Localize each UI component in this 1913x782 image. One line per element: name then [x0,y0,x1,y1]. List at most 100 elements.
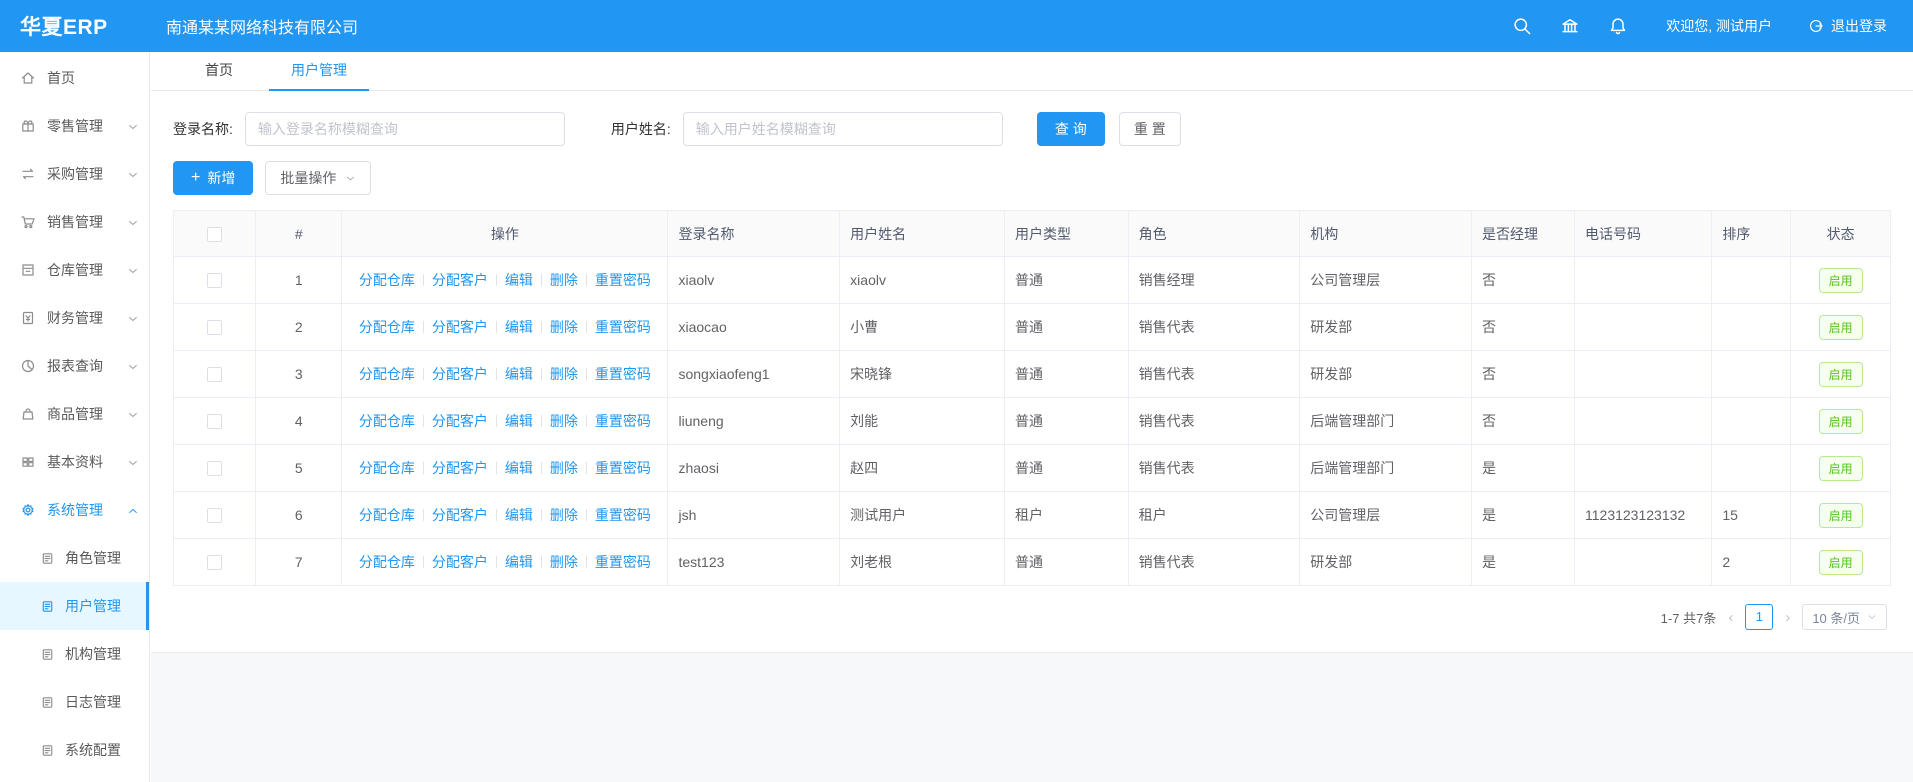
action-assign-customer[interactable]: 分配客户 [432,413,488,429]
action-delete[interactable]: 删除 [550,272,578,288]
status-badge[interactable]: 启用 [1819,503,1863,528]
search-icon[interactable] [1512,16,1532,36]
bell-icon[interactable] [1608,16,1628,36]
sidebar-subitem-org-management[interactable]: 机构管理 [0,630,149,678]
action-separator [541,556,542,568]
action-delete[interactable]: 删除 [550,554,578,570]
sidebar-item-system[interactable]: 系统管理 [0,486,149,534]
sidebar-item-label: 系统管理 [47,500,103,520]
action-assign-customer[interactable]: 分配客户 [432,460,488,476]
search-button[interactable]: 查 询 [1037,112,1105,146]
action-delete[interactable]: 删除 [550,460,578,476]
action-reset-password[interactable]: 重置密码 [595,413,651,429]
cell-user-name: 小曹 [840,304,1005,351]
status-badge[interactable]: 启用 [1819,409,1863,434]
action-delete[interactable]: 删除 [550,413,578,429]
sidebar-subitem-log-management[interactable]: 日志管理 [0,678,149,726]
action-edit[interactable]: 编辑 [505,413,533,429]
row-checkbox[interactable] [207,273,222,288]
tab-user-management[interactable]: 用户管理 [269,52,369,90]
action-assign-warehouse[interactable]: 分配仓库 [359,272,415,288]
cell-org: 研发部 [1300,539,1472,586]
column-header: 操作 [342,211,668,257]
sidebar-item-label: 财务管理 [47,308,103,328]
pagination-page-1[interactable]: 1 [1745,604,1773,630]
chevron-down-icon [127,360,139,372]
sidebar-item-warehouse[interactable]: 仓库管理 [0,246,149,294]
action-assign-warehouse[interactable]: 分配仓库 [359,507,415,523]
action-edit[interactable]: 编辑 [505,272,533,288]
sidebar-item-basic[interactable]: 基本资料 [0,438,149,486]
row-checkbox[interactable] [207,414,222,429]
filter-row: 登录名称: 用户姓名: 查 询 重 置 [173,112,1891,146]
sidebar-item-retail[interactable]: 零售管理 [0,102,149,150]
basic-icon [20,454,36,470]
row-checkbox[interactable] [207,508,222,523]
platform-icon[interactable] [1560,16,1580,36]
toolbar: + 新增 批量操作 [173,161,1891,195]
action-assign-customer[interactable]: 分配客户 [432,319,488,335]
cell-user-type: 普通 [1005,445,1129,492]
cell-role: 销售代表 [1128,445,1300,492]
action-delete[interactable]: 删除 [550,366,578,382]
action-reset-password[interactable]: 重置密码 [595,272,651,288]
sidebar-item-sales[interactable]: 销售管理 [0,198,149,246]
action-separator [423,274,424,286]
user-name-input[interactable] [683,112,1003,146]
sidebar-subitem-user-management[interactable]: 用户管理 [0,582,149,630]
sidebar-item-finance[interactable]: 财务管理 [0,294,149,342]
action-assign-warehouse[interactable]: 分配仓库 [359,460,415,476]
sidebar-item-purchase[interactable]: 采购管理 [0,150,149,198]
row-checkbox[interactable] [207,367,222,382]
chevron-down-icon [127,216,139,228]
status-badge[interactable]: 启用 [1819,456,1863,481]
action-assign-customer[interactable]: 分配客户 [432,366,488,382]
batch-operation-button[interactable]: 批量操作 [265,161,371,195]
sidebar-item-report[interactable]: 报表查询 [0,342,149,390]
sidebar-subitem-role-management[interactable]: 角色管理 [0,534,149,582]
sidebar-subitem-system-config[interactable]: 系统配置 [0,726,149,774]
action-edit[interactable]: 编辑 [505,366,533,382]
action-assign-customer[interactable]: 分配客户 [432,554,488,570]
action-assign-warehouse[interactable]: 分配仓库 [359,413,415,429]
action-edit[interactable]: 编辑 [505,319,533,335]
action-edit[interactable]: 编辑 [505,460,533,476]
action-assign-warehouse[interactable]: 分配仓库 [359,554,415,570]
login-name-input[interactable] [245,112,565,146]
page-size-select[interactable]: 10 条/页 [1802,604,1887,630]
action-assign-customer[interactable]: 分配客户 [432,272,488,288]
pagination-prev-button[interactable]: ‹ [1728,610,1733,625]
chevron-down-icon [127,456,139,468]
cell-is-manager: 是 [1471,539,1574,586]
action-reset-password[interactable]: 重置密码 [595,319,651,335]
sidebar-item-home[interactable]: 首页 [0,54,149,102]
cell-role: 销售经理 [1128,257,1300,304]
action-assign-warehouse[interactable]: 分配仓库 [359,319,415,335]
row-checkbox[interactable] [207,555,222,570]
cell-user-type: 普通 [1005,398,1129,445]
action-assign-customer[interactable]: 分配客户 [432,507,488,523]
status-badge[interactable]: 启用 [1819,315,1863,340]
sidebar-subitem-label: 日志管理 [65,692,121,712]
reset-button[interactable]: 重 置 [1119,112,1181,146]
row-checkbox[interactable] [207,461,222,476]
logout-button[interactable]: 退出登录 [1808,16,1887,36]
action-reset-password[interactable]: 重置密码 [595,554,651,570]
pagination-next-button[interactable]: › [1785,610,1790,625]
action-reset-password[interactable]: 重置密码 [595,460,651,476]
tab-home[interactable]: 首页 [183,52,255,90]
action-edit[interactable]: 编辑 [505,507,533,523]
status-badge[interactable]: 启用 [1819,362,1863,387]
action-assign-warehouse[interactable]: 分配仓库 [359,366,415,382]
action-edit[interactable]: 编辑 [505,554,533,570]
sidebar-item-goods[interactable]: 商品管理 [0,390,149,438]
action-reset-password[interactable]: 重置密码 [595,507,651,523]
status-badge[interactable]: 启用 [1819,550,1863,575]
action-reset-password[interactable]: 重置密码 [595,366,651,382]
action-delete[interactable]: 删除 [550,507,578,523]
row-checkbox[interactable] [207,320,222,335]
action-delete[interactable]: 删除 [550,319,578,335]
add-button[interactable]: + 新增 [173,161,253,195]
select-all-checkbox[interactable] [207,227,222,242]
status-badge[interactable]: 启用 [1819,268,1863,293]
